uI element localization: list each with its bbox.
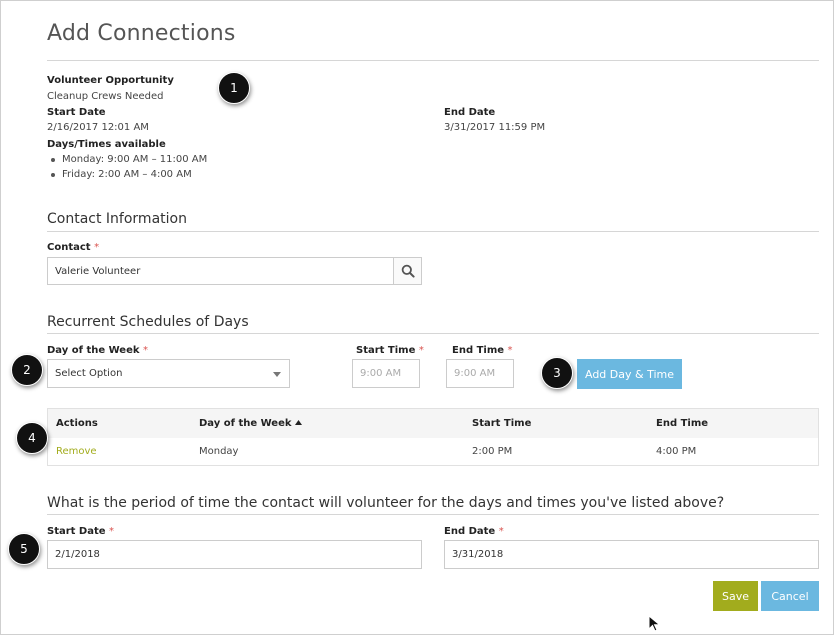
- required-marker: *: [109, 526, 115, 537]
- period-start-label: Start Date *: [47, 526, 114, 537]
- period-divider: [47, 514, 819, 515]
- header-day-of-week[interactable]: Day of the Week: [199, 418, 302, 429]
- period-start-label-text: Start Date: [47, 526, 106, 537]
- contact-input-value: Valerie Volunteer: [55, 265, 141, 277]
- schedule-divider: [47, 333, 819, 334]
- end-time-placeholder: 9:00 AM: [454, 368, 496, 379]
- required-marker: *: [498, 526, 504, 537]
- day-of-week-select[interactable]: Select Option: [47, 359, 290, 388]
- bullet-icon: [51, 158, 55, 162]
- period-end-date-input[interactable]: 3/31/2018: [444, 540, 819, 569]
- start-time-input[interactable]: 9:00 AM: [352, 359, 420, 388]
- opportunity-end-value: 3/31/2017 11:59 PM: [444, 122, 546, 133]
- callout-badge-5: 5: [8, 533, 40, 565]
- header-start-time: Start Time: [472, 418, 532, 429]
- sort-up-icon: [294, 420, 302, 425]
- contact-label: Contact *: [47, 242, 99, 253]
- schedule-section-heading: Recurrent Schedules of Days: [47, 314, 249, 330]
- day-of-week-label: Day of the Week *: [47, 345, 148, 356]
- contact-section-heading: Contact Information: [47, 211, 187, 227]
- opportunity-start-value: 2/16/2017 12:01 AM: [47, 122, 149, 133]
- start-time-placeholder: 9:00 AM: [360, 368, 402, 379]
- header-end-time: End Time: [656, 418, 709, 429]
- opportunity-label: Volunteer Opportunity: [47, 75, 174, 86]
- caret-down-icon: [273, 372, 281, 377]
- schedule-table: Actions Day of the Week Start Time End T…: [47, 408, 819, 466]
- required-marker: *: [142, 345, 148, 356]
- end-time-label: End Time *: [452, 345, 513, 356]
- page-title: Add Connections: [47, 21, 236, 46]
- contact-divider: [47, 231, 819, 232]
- period-end-label-text: End Date: [444, 526, 496, 537]
- row-day: Monday: [199, 446, 239, 457]
- contact-input[interactable]: Valerie Volunteer: [47, 257, 394, 285]
- required-marker: *: [94, 242, 100, 253]
- remove-link[interactable]: Remove: [56, 446, 97, 457]
- day-of-week-selected: Select Option: [55, 368, 123, 379]
- callout-badge-4: 4: [16, 422, 48, 454]
- period-end-label: End Date *: [444, 526, 504, 537]
- required-marker: *: [507, 345, 513, 356]
- opportunity-end-label: End Date: [444, 107, 496, 118]
- contact-label-text: Contact: [47, 242, 91, 253]
- bullet-icon: [51, 173, 55, 177]
- opportunity-start-label: Start Date: [47, 107, 106, 118]
- row-start-time: 2:00 PM: [472, 446, 513, 457]
- row-end-time: 4:00 PM: [656, 446, 697, 457]
- header-day-of-week-text: Day of the Week: [199, 418, 292, 429]
- save-button[interactable]: Save: [713, 581, 758, 611]
- days-times-label: Days/Times available: [47, 139, 166, 150]
- contact-search-button[interactable]: [393, 257, 422, 285]
- cancel-button[interactable]: Cancel: [761, 581, 819, 611]
- required-marker: *: [418, 345, 424, 356]
- add-day-time-button[interactable]: Add Day & Time: [577, 359, 682, 389]
- days-item: Friday: 2:00 AM – 4:00 AM: [62, 169, 192, 180]
- callout-badge-1: 1: [218, 72, 250, 104]
- callout-badge-3: 3: [541, 357, 573, 389]
- day-of-week-label-text: Day of the Week: [47, 345, 140, 356]
- period-question: What is the period of time the contact w…: [47, 495, 725, 511]
- period-start-date-value: 2/1/2018: [55, 549, 100, 560]
- days-item: Monday: 9:00 AM – 11:00 AM: [62, 154, 208, 165]
- start-time-label: Start Time *: [356, 345, 424, 356]
- search-icon: [401, 264, 415, 278]
- end-time-input[interactable]: 9:00 AM: [446, 359, 514, 388]
- period-start-date-input[interactable]: 2/1/2018: [47, 540, 422, 569]
- header-actions: Actions: [56, 418, 98, 429]
- mouse-cursor-icon: [648, 615, 661, 632]
- start-time-label-text: Start Time: [356, 345, 416, 356]
- opportunity-value: Cleanup Crews Needed: [47, 91, 164, 102]
- callout-badge-2: 2: [11, 354, 43, 386]
- title-divider: [47, 60, 819, 61]
- end-time-label-text: End Time: [452, 345, 505, 356]
- period-end-date-value: 3/31/2018: [452, 549, 504, 560]
